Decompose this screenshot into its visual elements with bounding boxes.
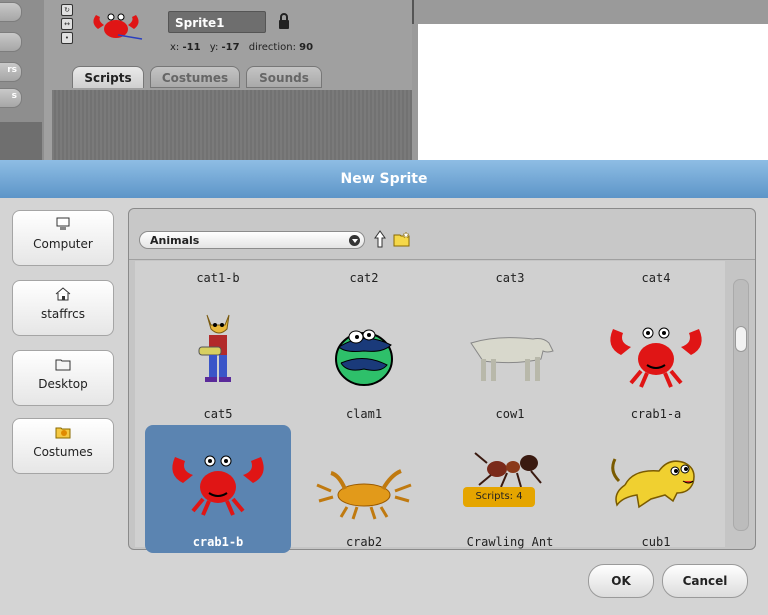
- crab-icon: [610, 327, 702, 388]
- sprite-item-clam1[interactable]: clam1: [291, 297, 437, 425]
- list-item[interactable]: cat4: [583, 271, 729, 285]
- palette-side-panel: rs s: [0, 0, 44, 160]
- ok-button[interactable]: OK: [588, 564, 654, 598]
- tab-scripts[interactable]: Scripts: [72, 66, 144, 88]
- sprite-thumbnail: [93, 13, 143, 40]
- place-desktop-button[interactable]: Desktop: [12, 350, 114, 406]
- home-icon: [55, 287, 71, 301]
- chevron-down-icon[interactable]: [349, 235, 360, 246]
- place-home-button[interactable]: staffrcs: [12, 280, 114, 336]
- crab-icon: [172, 455, 264, 516]
- stage-toolbar: [412, 0, 768, 24]
- costumes-icon: [55, 427, 71, 439]
- sprite-grid: cat1-b cat2 cat3 cat4 cat5 clam1 cow1 cr…: [135, 261, 725, 553]
- file-browser: Animals cat1-b cat2 cat3 cat4 cat5 clam1…: [128, 208, 756, 553]
- crab-icon: [316, 469, 412, 520]
- sprite-coordinates: x: -11 y: -17 direction: 90: [170, 42, 314, 53]
- sprite-item-cow1[interactable]: cow1: [437, 297, 583, 425]
- up-arrow-icon[interactable]: [373, 229, 387, 249]
- palette-area: [0, 122, 42, 160]
- new-sprite-dialog: New Sprite Computer staffrcs Desktop Cos…: [0, 160, 768, 615]
- place-costumes-button[interactable]: Costumes: [12, 418, 114, 474]
- lion-cub-icon: [611, 458, 695, 509]
- category-tab-2[interactable]: [0, 32, 22, 52]
- tab-costumes[interactable]: Costumes: [150, 66, 240, 88]
- cancel-button[interactable]: Cancel: [662, 564, 748, 598]
- new-folder-icon[interactable]: [393, 231, 411, 247]
- sprite-name-field[interactable]: Sprite1: [168, 11, 266, 33]
- rotation-style-buttons: ↻ ↔ •: [61, 4, 73, 46]
- folder-dropdown[interactable]: Animals: [139, 231, 365, 249]
- sprite-item-crab1-a[interactable]: crab1-a: [583, 297, 729, 425]
- scripts-badge: Scripts: 4: [463, 487, 535, 507]
- dialog-title: New Sprite: [0, 160, 768, 198]
- clam-icon: [335, 329, 393, 386]
- grid-scrollbar[interactable]: [733, 279, 749, 531]
- scrollbar-thumb[interactable]: [735, 326, 747, 352]
- sprite-item-crawling-ant[interactable]: Scripts: 4 Crawling Ant: [437, 425, 583, 553]
- rotate-icon[interactable]: ↻: [61, 4, 73, 16]
- sprite-item-cub1[interactable]: cub1: [583, 425, 729, 553]
- list-item[interactable]: cat2: [291, 271, 437, 285]
- stage[interactable]: [418, 24, 768, 160]
- category-tab-1[interactable]: [0, 2, 22, 22]
- scripts-area[interactable]: [52, 90, 412, 160]
- tab-sounds[interactable]: Sounds: [246, 66, 322, 88]
- sprite-item-crab2[interactable]: crab2: [291, 425, 437, 553]
- ant-icon: [474, 452, 542, 488]
- folder-icon: [55, 359, 71, 371]
- browser-toolbar: Animals: [129, 209, 755, 260]
- computer-icon: [56, 217, 70, 230]
- list-item[interactable]: cat3: [437, 271, 583, 285]
- list-item[interactable]: cat1-b: [145, 271, 291, 285]
- category-tab-4[interactable]: s: [0, 88, 22, 108]
- place-computer-button[interactable]: Computer: [12, 210, 114, 266]
- sprite-item-cat5[interactable]: cat5: [145, 297, 291, 425]
- sprite-item-crab1-b[interactable]: crab1-b: [145, 425, 291, 553]
- category-tab-3[interactable]: rs: [0, 62, 22, 82]
- cat-icon: [198, 314, 231, 382]
- no-rotate-icon[interactable]: •: [61, 32, 73, 44]
- flip-icon[interactable]: ↔: [61, 18, 73, 30]
- lock-icon[interactable]: [278, 12, 290, 30]
- cow-icon: [470, 337, 554, 381]
